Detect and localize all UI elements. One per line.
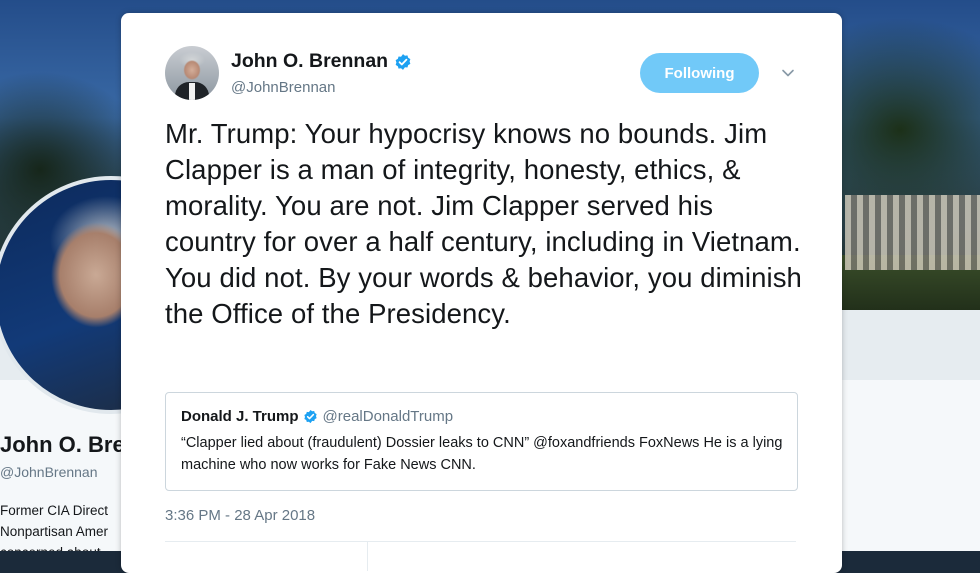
quoted-tweet[interactable]: Donald J. Trump @realDonaldTrump “Clappe…: [165, 392, 798, 491]
profile-bio-line: concerned about: [0, 542, 108, 551]
quoted-author-row: Donald J. Trump @realDonaldTrump: [181, 408, 453, 425]
author-handle[interactable]: @JohnBrennan: [231, 79, 335, 96]
author-avatar[interactable]: [165, 46, 219, 100]
profile-name[interactable]: John O. Bre: [0, 432, 125, 458]
profile-handle[interactable]: @JohnBrennan: [0, 464, 98, 480]
verified-badge-icon: [395, 53, 411, 70]
profile-bio: Former CIA Direct Nonpartisan Amer conce…: [0, 500, 108, 551]
quoted-author-handle[interactable]: @realDonaldTrump: [323, 408, 454, 425]
profile-bio-line: Nonpartisan Amer: [0, 524, 109, 539]
quoted-author-name[interactable]: Donald J. Trump: [181, 408, 299, 425]
divider-vertical: [367, 541, 368, 571]
tweet-timestamp[interactable]: 3:36 PM - 28 Apr 2018: [165, 507, 315, 524]
profile-bio-line: Former CIA Direct: [0, 503, 109, 518]
banner-memorial: [845, 195, 980, 270]
author-name-row: John O. Brennan: [231, 50, 412, 73]
verified-badge-icon: [303, 409, 317, 424]
avatar-shirt: [189, 83, 195, 100]
author-display-name[interactable]: John O. Brennan: [231, 50, 388, 73]
chevron-down-icon[interactable]: [780, 65, 796, 81]
following-button[interactable]: Following: [640, 53, 759, 93]
tweet-card: John O. Brennan @JohnBrennan Following M…: [121, 13, 842, 573]
quoted-tweet-text: “Clapper lied about (fraudulent) Dossier…: [181, 435, 783, 473]
divider: [165, 541, 796, 542]
tweet-text: Mr. Trump: Your hypocrisy knows no bound…: [165, 118, 802, 329]
